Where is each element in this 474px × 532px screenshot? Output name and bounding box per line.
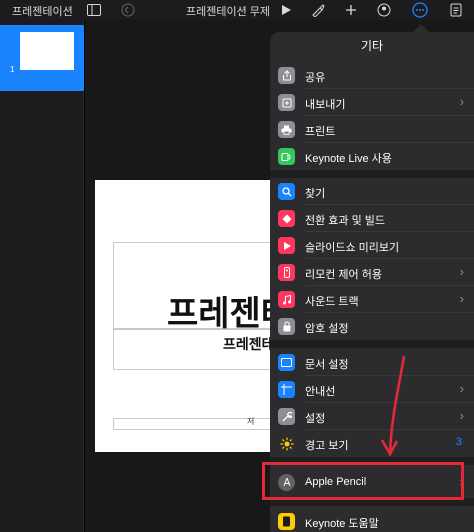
popover-title: 기타 [360, 39, 384, 53]
lock-icon [278, 318, 295, 335]
menu-item-label: Keynote 도움말 [305, 518, 379, 530]
menu-item-share[interactable]: 공유 [270, 62, 474, 89]
menu-item-label: 암호 설정 [305, 323, 349, 335]
chevron-right-icon: › [459, 291, 464, 306]
menu-item-keynote-live[interactable]: Keynote Live 사용 [270, 143, 474, 170]
menu-item-keynote-help[interactable]: Keynote 도움말 [270, 508, 474, 532]
document-setup-icon [278, 354, 295, 371]
group-separator [270, 170, 474, 178]
share-icon [278, 67, 295, 84]
annotation-highlight-box [262, 462, 464, 500]
export-icon [278, 94, 295, 111]
document-title: 프레젠테이션 무제 [186, 6, 271, 18]
transition-icon [278, 210, 295, 227]
print-icon [278, 121, 295, 138]
menu-item-label: 설정 [305, 413, 326, 425]
sidebar-toggle-icon[interactable] [86, 2, 102, 18]
menu-item-print[interactable]: 프린트 [270, 116, 474, 143]
slide-navigator: 1 [0, 20, 84, 532]
slide-thumbnail-preview [20, 32, 74, 70]
more-icon[interactable] [412, 2, 428, 18]
footer-placeholder-box[interactable] [113, 418, 285, 430]
help-book-icon [278, 513, 295, 530]
group-separator [270, 340, 474, 348]
chevron-right-icon: › [459, 408, 464, 423]
play-icon[interactable] [278, 2, 294, 18]
warning-icon [278, 435, 295, 452]
slide[interactable]: 프레젠테 프레젠테 저 [95, 180, 292, 452]
menu-item-label: 공유 [305, 72, 326, 84]
menu-item-label: 경고 보기 [305, 440, 349, 452]
chevron-right-icon: › [459, 94, 464, 109]
menu-item-label: 내보내기 [305, 99, 346, 111]
slideshow-icon [278, 237, 295, 254]
collaborate-icon[interactable] [376, 2, 392, 18]
brush-icon[interactable] [310, 2, 326, 18]
menu-item-slideshow-preview[interactable]: 슬라이드쇼 미리보기 [270, 232, 474, 259]
slide-number: 1 [10, 65, 15, 74]
chevron-right-icon: › [459, 264, 464, 279]
menu-item-label: 리모컨 제어 허용 [305, 269, 382, 281]
menu-item-find[interactable]: 찾기 [270, 178, 474, 205]
menu-item-label: 프린트 [305, 126, 336, 138]
slide-thumbnail-selected[interactable]: 1 [0, 25, 84, 91]
menu-item-transitions[interactable]: 전환 효과 및 빌드 [270, 205, 474, 232]
menu-item-soundtrack[interactable]: 사운드 트랙 › [270, 286, 474, 313]
chevron-right-icon: › [459, 381, 464, 396]
menu-item-remote-control[interactable]: 리모컨 제어 허용 › [270, 259, 474, 286]
add-icon[interactable] [343, 2, 359, 18]
menu-item-label: 안내선 [305, 386, 336, 398]
menu-item-label: 전환 효과 및 빌드 [305, 215, 386, 227]
find-icon [278, 183, 295, 200]
menu-item-set-password[interactable]: 암호 설정 [270, 313, 474, 340]
music-icon [278, 291, 295, 308]
menu-item-label: Keynote Live 사용 [305, 153, 392, 165]
remote-icon [278, 264, 295, 281]
presenter-notes-icon[interactable] [448, 2, 464, 18]
undo-icon[interactable] [120, 2, 136, 18]
warnings-count-badge: 3 [455, 436, 462, 448]
guides-icon [278, 381, 295, 398]
menu-item-label: 찾기 [305, 188, 326, 200]
annotation-arrow-icon [380, 355, 406, 457]
menu-item-label: 문서 설정 [305, 359, 349, 371]
wrench-icon [278, 408, 295, 425]
menu-item-label: 사운드 트랙 [305, 296, 359, 308]
menu-item-export[interactable]: 내보내기 › [270, 89, 474, 116]
documents-button[interactable]: 프레젠테이션 [12, 3, 73, 19]
menu-item-label: 슬라이드쇼 미리보기 [305, 242, 400, 254]
top-toolbar: 프레젠테이션 프레젠테이션 무제 [0, 0, 474, 20]
slide-subtitle-text: 프레젠테 [223, 336, 275, 352]
slide-footer-text: 저 [247, 417, 255, 426]
keynote-live-icon [278, 148, 295, 165]
